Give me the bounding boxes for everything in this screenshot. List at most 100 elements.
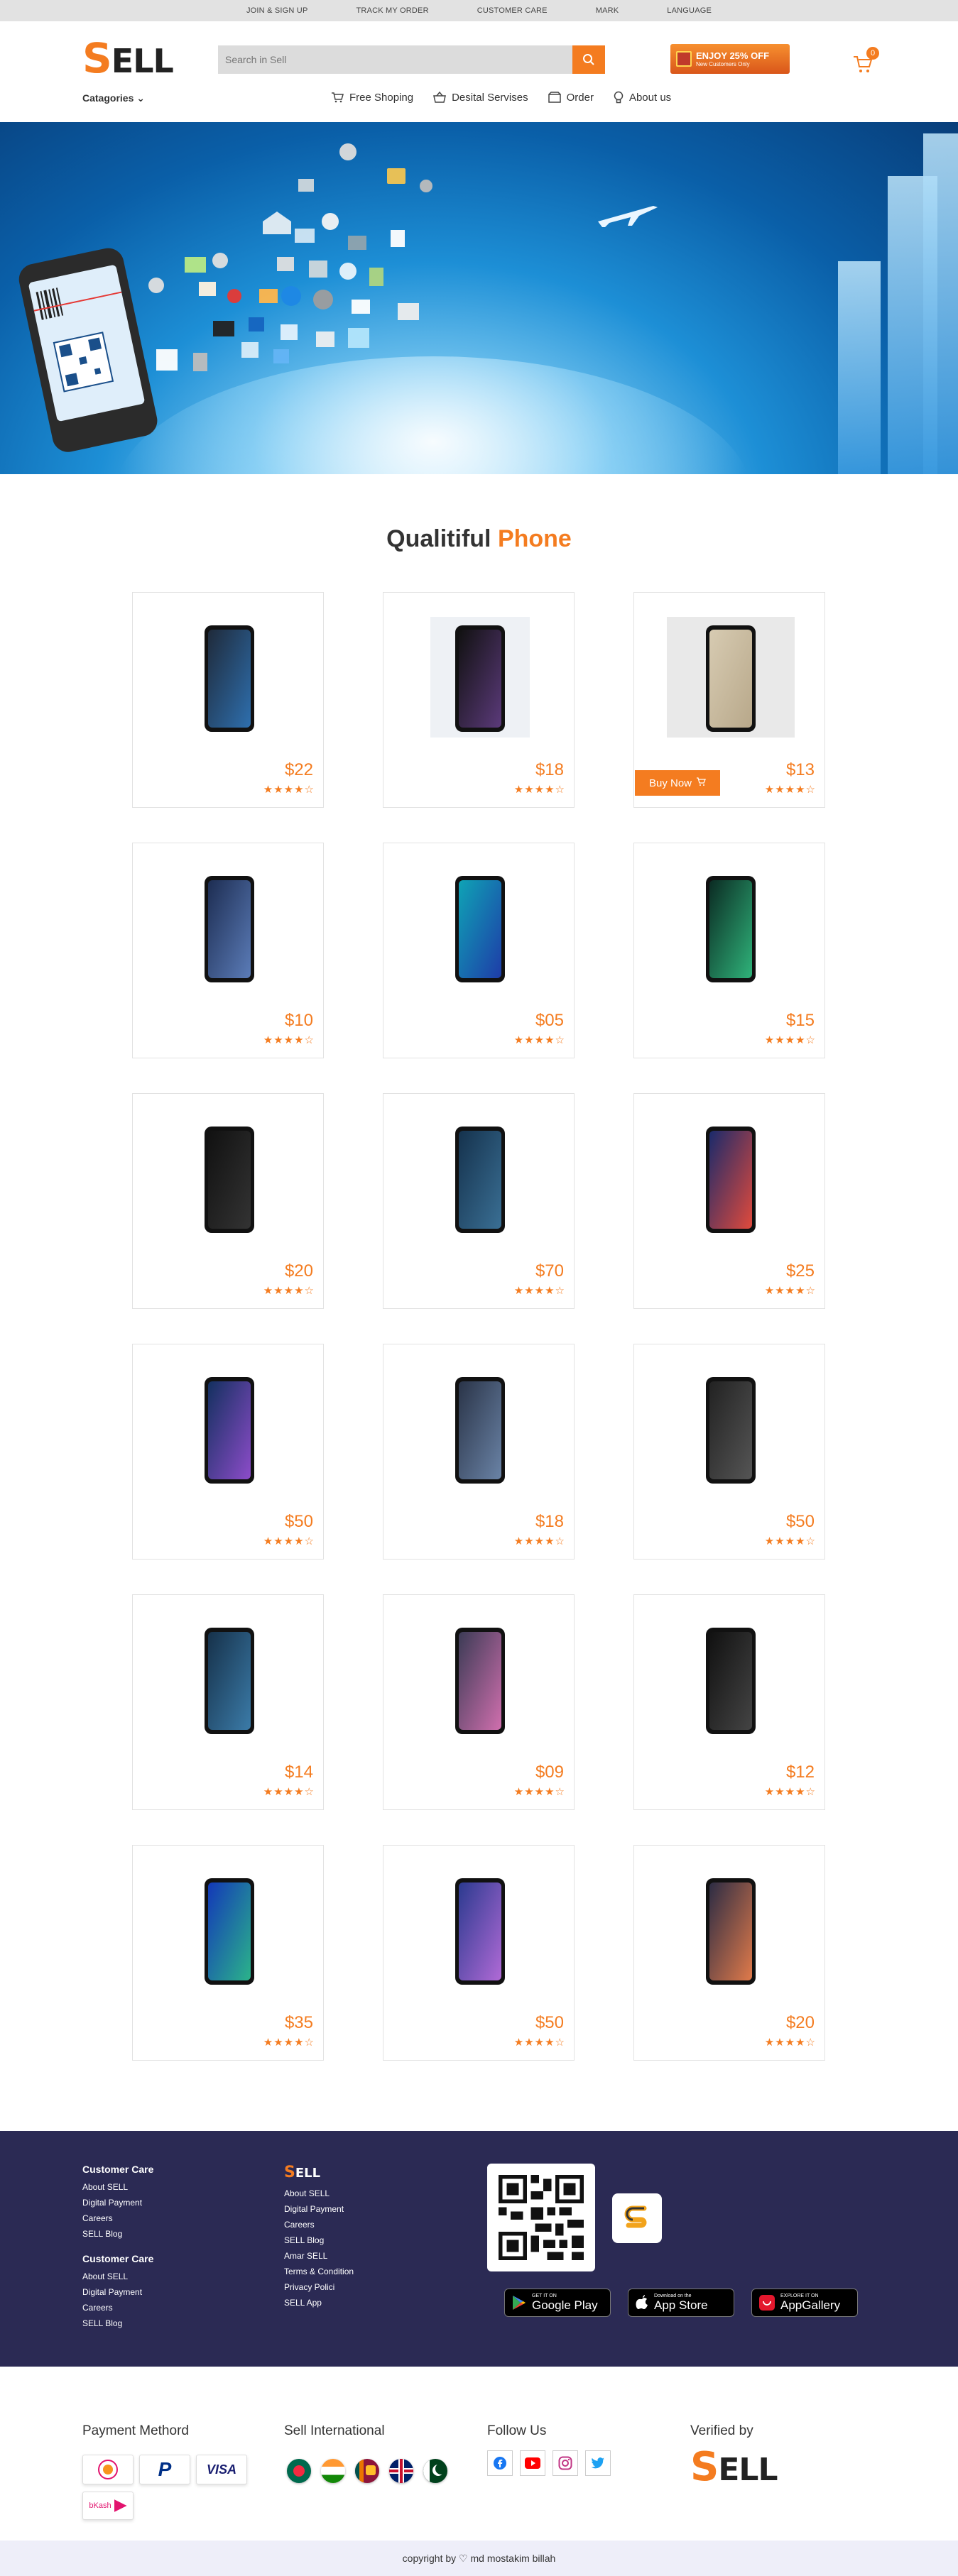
cart-button[interactable]: 0 [852,47,879,75]
nav-about-us[interactable]: About us [614,91,671,104]
footer: Customer Care About SELL Digital Payment… [0,2131,958,2367]
product-price: $09 [535,1763,564,1782]
footer-link[interactable]: SELL Blog [82,2315,153,2331]
product-card[interactable]: $05 ★★★★☆ [383,843,575,1058]
rating-stars: ★★★★☆ [513,1285,565,1297]
product-price: $14 [284,1763,313,1782]
footer-link[interactable]: SELL App [284,2295,354,2311]
visa-label: VISA [206,2462,236,2477]
product-image[interactable] [416,1619,544,1740]
copyright-bar: copyright by ♡ md mostakim billah [0,2541,958,2576]
product-card[interactable]: $12 ★★★★☆ [633,1594,825,1810]
search-bar [218,45,605,74]
flag-sri-lanka-icon[interactable] [355,2459,379,2483]
product-image[interactable] [416,867,544,988]
product-image[interactable] [416,1870,544,1990]
facebook-icon [494,2457,506,2470]
product-image[interactable] [667,867,795,988]
product-image[interactable] [165,1369,293,1489]
product-card[interactable]: $50 ★★★★☆ [383,1845,575,2061]
product-image[interactable] [667,617,795,738]
sell-app-icon [624,2205,647,2228]
footer-link[interactable]: About SELL [82,2179,153,2195]
categories-dropdown[interactable]: Catagories ⌄ [82,92,145,104]
rating-stars: ★★★★☆ [263,784,315,796]
footer-link[interactable]: Digital Payment [82,2195,153,2210]
rating-stars: ★★★★☆ [263,1786,315,1798]
product-image[interactable] [165,1619,293,1740]
mark-link[interactable]: MARK [572,6,643,15]
footer-link[interactable]: About SELL [82,2269,153,2284]
footer-link[interactable]: Careers [82,2300,153,2315]
search-button[interactable] [572,45,605,74]
instagram-button[interactable] [553,2450,578,2476]
product-image[interactable] [416,1369,544,1489]
nav-free-shipping[interactable]: Free Shoping [331,91,413,104]
app-gallery-button[interactable]: EXPLORE IT ON AppGallery [751,2289,858,2317]
product-card[interactable]: $15 ★★★★☆ [633,843,825,1058]
track-order-link[interactable]: TRACK MY ORDER [332,6,453,15]
facebook-button[interactable] [487,2450,513,2476]
flag-bangladesh-icon[interactable] [287,2459,311,2483]
site-logo[interactable]: SELL [82,37,174,82]
section-title-accent: Phone [497,525,572,552]
footer-link[interactable]: SELL Blog [82,2226,153,2242]
apple-icon [636,2295,648,2309]
skyscraper-graphic [923,133,958,474]
product-image[interactable] [165,1870,293,1990]
footer-link[interactable]: SELL Blog [284,2232,354,2248]
product-card[interactable]: $18 ★★★★☆ [383,592,575,808]
flag-pakistan-icon[interactable] [423,2459,447,2483]
product-card[interactable]: $20 ★★★★☆ [633,1845,825,2061]
product-card[interactable]: $35 ★★★★☆ [132,1845,324,2061]
payment-title: Payment Methord [82,2423,189,2438]
search-input[interactable] [218,45,572,74]
flag-uk-icon[interactable] [389,2459,413,2483]
footer-link[interactable]: Careers [284,2217,354,2232]
product-card[interactable]: $18 ★★★★☆ [383,1344,575,1560]
google-play-button[interactable]: GET IT ON Google Play [504,2289,611,2317]
product-card[interactable]: $09 ★★★★☆ [383,1594,575,1810]
product-card[interactable]: $50 ★★★★☆ [633,1344,825,1560]
product-image[interactable] [165,1118,293,1239]
footer-link[interactable]: Digital Payment [82,2284,153,2300]
product-image[interactable] [165,867,293,988]
footer-link[interactable]: Careers [82,2210,153,2226]
nav-order[interactable]: Order [548,91,594,104]
product-image[interactable] [667,1870,795,1990]
buy-now-button[interactable]: Buy Now [635,770,720,796]
product-image[interactable] [416,1118,544,1239]
youtube-button[interactable] [520,2450,545,2476]
product-card[interactable]: Buy Now $13 ★★★★☆ [633,592,825,808]
product-image[interactable] [667,1619,795,1740]
product-card[interactable]: $14 ★★★★☆ [132,1594,324,1810]
product-card[interactable]: $50 ★★★★☆ [132,1344,324,1560]
join-signup-link[interactable]: JOIN & SIGN UP [222,6,332,15]
footer-link[interactable]: Digital Payment [284,2201,354,2217]
footer-link[interactable]: Privacy Polici [284,2279,354,2295]
product-image[interactable] [667,1118,795,1239]
product-image[interactable] [416,617,544,738]
language-link[interactable]: LANGUAGE [643,6,736,15]
product-price: $05 [535,1011,564,1030]
product-card[interactable]: $70 ★★★★☆ [383,1093,575,1309]
product-image[interactable] [667,1369,795,1489]
footer-link[interactable]: Amar SELL [284,2248,354,2264]
product-card[interactable]: $20 ★★★★☆ [132,1093,324,1309]
app-store-button[interactable]: Download on the App Store [628,2289,734,2317]
rating-stars: ★★★★☆ [263,2037,315,2049]
footer-heading: Customer Care [82,2164,154,2175]
bkash-bird-icon [114,2499,127,2512]
product-card[interactable]: $25 ★★★★☆ [633,1093,825,1309]
product-image[interactable] [165,617,293,738]
product-card[interactable]: $10 ★★★★☆ [132,843,324,1058]
footer-link[interactable]: About SELL [284,2186,354,2201]
footer-link[interactable]: Terms & Condition [284,2264,354,2279]
nav-digital-services[interactable]: Desital Servises [433,91,528,104]
customer-care-link[interactable]: CUSTOMER CARE [453,6,572,15]
product-card[interactable]: $22 ★★★★☆ [132,592,324,808]
flag-india-icon[interactable] [321,2459,345,2483]
promo-banner[interactable]: ENJOY 25% OFF New Customers Only [670,44,790,74]
twitter-button[interactable] [585,2450,611,2476]
header: SELL ENJOY 25% OFF New Customers Only 0 … [0,21,958,122]
